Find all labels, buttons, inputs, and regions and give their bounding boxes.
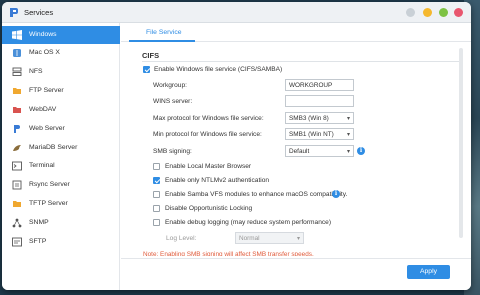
max-protocol-select[interactable]: SMB3 (Win 8) ▾ xyxy=(285,112,354,124)
smb-signing-value: Default xyxy=(289,148,310,155)
sidebar-item-windows[interactable]: Windows xyxy=(2,26,120,44)
close-button[interactable] xyxy=(454,8,463,17)
tab-bar: File Service xyxy=(121,23,471,42)
log-level-select[interactable]: Normal ▾ xyxy=(235,232,304,244)
ftp-icon xyxy=(13,88,21,94)
sftp-icon xyxy=(12,237,22,247)
sidebar-item-label: Windows xyxy=(29,31,57,38)
chevron-down-icon: ▾ xyxy=(296,236,300,242)
windows-icon xyxy=(12,30,22,40)
sidebar-item-label: NFS xyxy=(29,68,43,75)
workgroup-value: WORKGROUP xyxy=(289,82,333,89)
app-logo-icon xyxy=(10,8,18,17)
sidebar-item-web-server[interactable]: Web Server xyxy=(2,120,120,138)
smb-signing-note: Note: Enabling SMB signing will affect S… xyxy=(143,251,314,256)
chevron-down-icon: ▾ xyxy=(346,132,350,138)
sidebar-item-terminal[interactable]: Terminal xyxy=(2,157,120,175)
terminal-icon xyxy=(12,161,22,171)
min-protocol-select[interactable]: SMB1 (Win NT) ▾ xyxy=(285,128,354,140)
sidebar-item-label: Rsync Server xyxy=(29,181,70,188)
snmp-icon xyxy=(12,218,22,228)
wins-server-label: WINS server: xyxy=(153,98,193,105)
sidebar-item-label: MariaDB Server xyxy=(29,144,78,151)
sidebar-item-label: SNMP xyxy=(29,219,49,226)
enable-cifs-checkbox[interactable] xyxy=(143,66,150,73)
window-title: Services xyxy=(24,8,54,17)
section-divider xyxy=(142,61,460,62)
webdav-icon xyxy=(13,107,21,113)
apple-icon xyxy=(13,49,21,57)
sidebar-item-webdav[interactable]: WebDAV xyxy=(2,101,120,119)
footer-divider xyxy=(121,258,471,259)
sidebar-item-snmp[interactable]: SNMP xyxy=(2,214,120,232)
rsync-icon xyxy=(12,180,22,190)
samba-vfs-info-icon[interactable]: i xyxy=(332,190,340,198)
tftp-icon xyxy=(13,201,21,207)
sidebar-item-label: Terminal xyxy=(29,162,55,169)
smb-signing-info-icon[interactable]: i xyxy=(357,147,365,155)
mariadb-icon xyxy=(13,145,21,151)
log-level-value: Normal xyxy=(239,235,260,242)
min-protocol-value: SMB1 (Win NT) xyxy=(289,131,334,138)
sidebar-item-sftp[interactable]: SFTP xyxy=(2,233,120,251)
sidebar-item-tftp-server[interactable]: TFTP Server xyxy=(2,195,120,213)
services-window: Services Windows Mac OS X NFS FTP Server… xyxy=(2,2,471,290)
minimize-button[interactable] xyxy=(406,8,415,17)
min-protocol-label: Min protocol for Windows file service: xyxy=(153,131,262,138)
scrollbar[interactable] xyxy=(459,48,463,238)
tab-label: File Service xyxy=(146,29,182,36)
sidebar-item-rsync-server[interactable]: Rsync Server xyxy=(2,176,120,194)
max-protocol-value: SMB3 (Win 8) xyxy=(289,115,329,122)
sidebar-item-mariadb-server[interactable]: MariaDB Server xyxy=(2,139,120,157)
local-master-browser-label: Enable Local Master Browser xyxy=(165,163,252,170)
restore-button[interactable] xyxy=(423,8,432,17)
debug-logging-label: Enable debug logging (may reduce system … xyxy=(165,219,332,226)
local-master-browser-checkbox[interactable] xyxy=(153,163,160,170)
wins-server-input[interactable] xyxy=(285,95,354,107)
nfs-icon xyxy=(12,67,22,76)
debug-logging-checkbox[interactable] xyxy=(153,219,160,226)
sidebar-item-label: Web Server xyxy=(29,125,65,132)
sidebar-item-label: WebDAV xyxy=(29,106,57,113)
sidebar-item-mac-os-x[interactable]: Mac OS X xyxy=(2,44,120,62)
workgroup-input[interactable]: WORKGROUP xyxy=(285,79,354,91)
smb-signing-label: SMB signing: xyxy=(153,148,192,155)
maximize-button[interactable] xyxy=(439,8,448,17)
opportunistic-locking-label: Disable Opportunistic Locking xyxy=(165,205,253,212)
log-level-label: Log Level: xyxy=(166,235,197,242)
tab-file-service[interactable]: File Service xyxy=(129,23,195,42)
smb-signing-select[interactable]: Default ▾ xyxy=(285,145,354,157)
chevron-down-icon: ▾ xyxy=(346,149,350,155)
enable-cifs-label: Enable Windows file service (CIFS/SAMBA) xyxy=(154,66,283,73)
ntlmv2-label: Enable only NTLMv2 authentication xyxy=(165,177,270,184)
web-server-icon xyxy=(14,125,20,133)
section-title-cifs: CIFS xyxy=(142,51,160,60)
chevron-down-icon: ▾ xyxy=(346,116,350,122)
workgroup-label: Workgroup: xyxy=(153,82,187,89)
services-sidebar: Windows Mac OS X NFS FTP Server WebDAV W… xyxy=(2,23,120,290)
samba-vfs-label: Enable Samba VFS modules to enhance macO… xyxy=(165,191,348,198)
apply-button[interactable]: Apply xyxy=(407,265,450,279)
sidebar-item-nfs[interactable]: NFS xyxy=(2,63,120,81)
sidebar-item-label: Mac OS X xyxy=(29,49,60,56)
sidebar-item-label: SFTP xyxy=(29,238,47,245)
sidebar-item-ftp-server[interactable]: FTP Server xyxy=(2,82,120,100)
title-bar: Services xyxy=(2,2,471,23)
sidebar-item-label: FTP Server xyxy=(29,87,64,94)
samba-vfs-checkbox[interactable] xyxy=(153,191,160,198)
file-service-panel: CIFS Enable Windows file service (CIFS/S… xyxy=(121,42,471,290)
opportunistic-locking-checkbox[interactable] xyxy=(153,205,160,212)
max-protocol-label: Max protocol for Windows file service: xyxy=(153,115,264,122)
sidebar-item-label: TFTP Server xyxy=(29,200,68,207)
ntlmv2-checkbox[interactable] xyxy=(153,177,160,184)
